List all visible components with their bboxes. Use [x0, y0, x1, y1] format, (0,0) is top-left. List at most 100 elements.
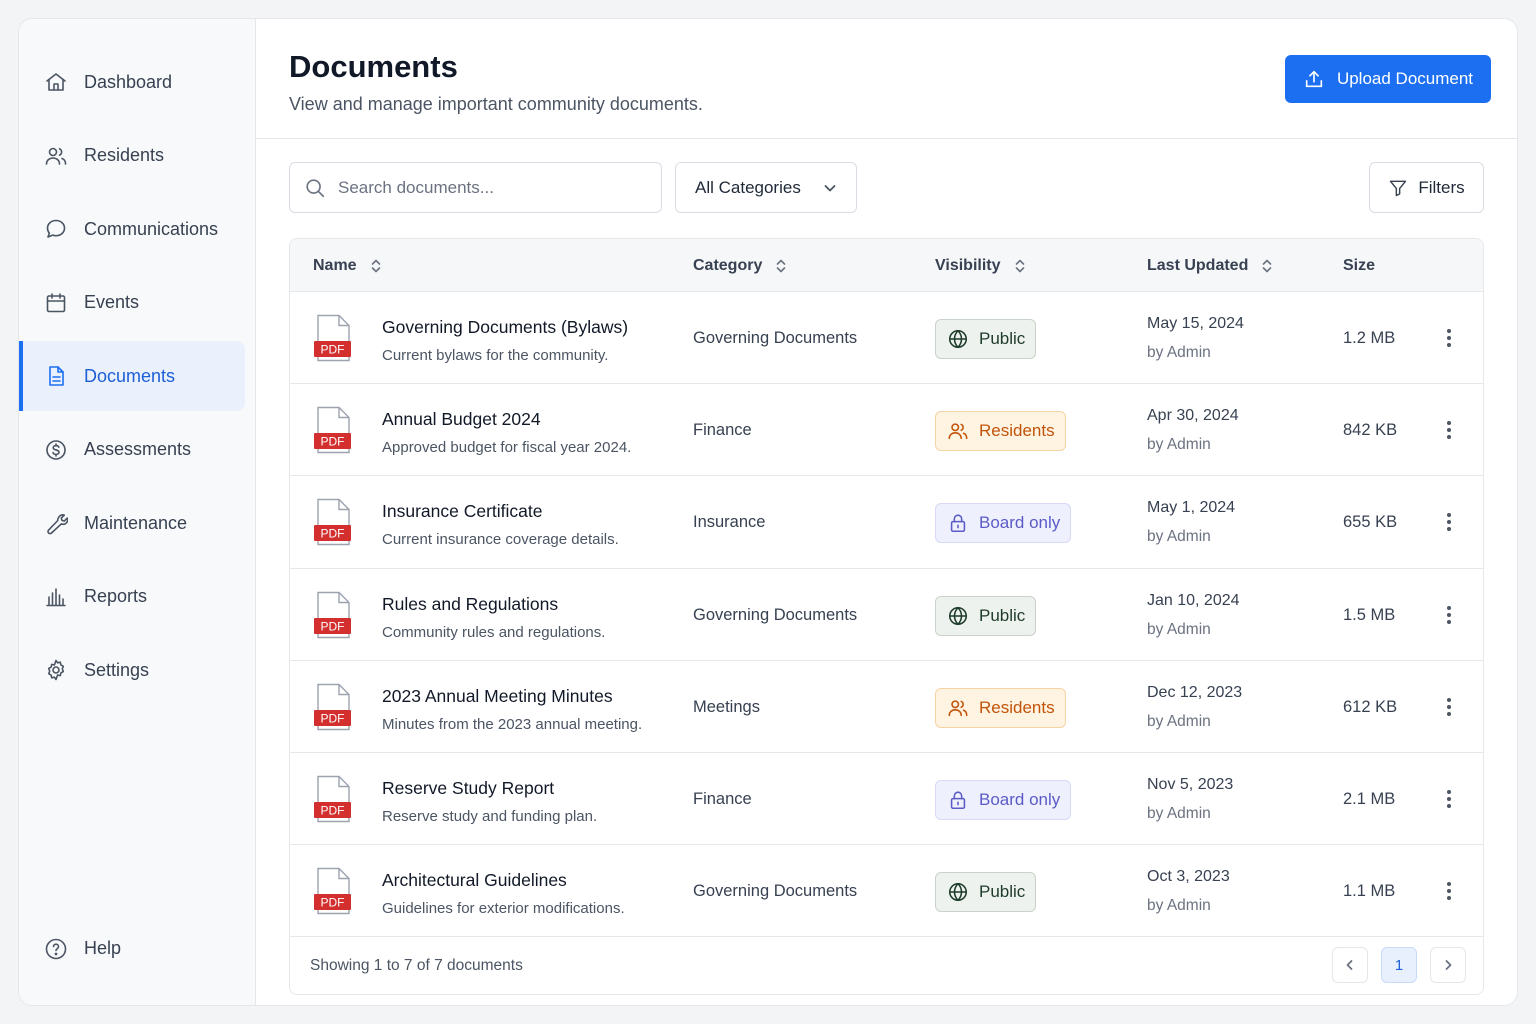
- sidebar-item-residents[interactable]: Residents: [19, 121, 245, 191]
- updated-by: by Admin: [1147, 620, 1211, 638]
- file-size: 1.5 MB: [1343, 605, 1396, 624]
- sidebar-item-dashboard[interactable]: Dashboard: [19, 47, 245, 117]
- column-header-visibility[interactable]: Visibility: [935, 239, 1027, 292]
- more-actions-icon[interactable]: [1440, 326, 1458, 350]
- column-label: Category: [693, 256, 763, 274]
- more-actions-icon[interactable]: [1440, 879, 1458, 903]
- table-header: Name Category Visibility Last Updated Si…: [290, 239, 1483, 292]
- home-icon: [43, 69, 69, 95]
- more-actions-icon[interactable]: [1440, 695, 1458, 719]
- help-circle-icon: [43, 936, 69, 962]
- updated-by: by Admin: [1147, 436, 1211, 454]
- sidebar-item-communications[interactable]: Communications: [19, 194, 245, 264]
- chevron-left-icon: [1346, 960, 1353, 971]
- last-updated-date: Apr 30, 2024: [1147, 407, 1239, 425]
- sidebar-item-label: Communications: [84, 218, 219, 239]
- column-header-last-updated[interactable]: Last Updated: [1147, 239, 1274, 292]
- category-select[interactable]: All Categories: [675, 162, 857, 213]
- visibility-label: Board only: [979, 513, 1061, 533]
- table-row[interactable]: PDF Architectural Guidelines Guidelines fo…: [290, 845, 1483, 938]
- last-updated-date: Dec 12, 2023: [1147, 683, 1243, 701]
- wrench-icon: [43, 510, 69, 536]
- sidebar-item-help[interactable]: Help: [19, 914, 235, 984]
- updated-by: by Admin: [1147, 344, 1211, 361]
- pdf-file-icon: PDF: [314, 499, 351, 546]
- more-actions-icon[interactable]: [1440, 510, 1458, 534]
- sidebar-item-documents[interactable]: Documents: [19, 341, 245, 411]
- sidebar-item-label: Maintenance: [84, 512, 188, 533]
- document-category: Finance: [693, 789, 752, 808]
- more-actions-icon[interactable]: [1440, 787, 1458, 811]
- visibility-badge: Residents: [935, 687, 1066, 728]
- visibility-label: Public: [979, 882, 1026, 902]
- calendar-icon: [43, 290, 69, 316]
- pagination-summary: Showing 1 to 7 of 7 documents: [310, 957, 523, 975]
- table-row[interactable]: PDF Governing Documents (Bylaws) Current b…: [290, 292, 1483, 385]
- document-description: Community rules and regulations.: [382, 623, 606, 641]
- upload-document-button[interactable]: Upload Document: [1285, 55, 1491, 103]
- visibility-badge: Board only: [935, 779, 1072, 820]
- chevron-right-icon: [1445, 960, 1452, 971]
- document-name[interactable]: Governing Documents (Bylaws): [382, 317, 628, 338]
- document-name[interactable]: Reserve Study Report: [382, 778, 554, 799]
- sidebar-item-label: Documents: [84, 365, 176, 386]
- visibility-label: Residents: [979, 697, 1055, 717]
- visibility-label: Public: [979, 605, 1026, 625]
- visibility-label: Residents: [979, 421, 1055, 441]
- column-header-name[interactable]: Name: [313, 239, 383, 292]
- pdf-badge-label: PDF: [321, 619, 345, 633]
- document-name[interactable]: Insurance Certificate: [382, 501, 543, 522]
- table-row[interactable]: PDF Rules and Regulations Community rules …: [290, 569, 1483, 661]
- upload-document-label: Upload Document: [1336, 69, 1474, 88]
- document-category: Governing Documents: [693, 329, 858, 347]
- updated-by: by Admin: [1147, 804, 1211, 822]
- document-description: Current bylaws for the community.: [382, 347, 609, 364]
- document-name[interactable]: Architectural Guidelines: [382, 870, 567, 891]
- sidebar-item-label: Dashboard: [84, 71, 173, 92]
- table-row[interactable]: PDF Insurance Certificate Current insuranc…: [290, 476, 1483, 569]
- document-name[interactable]: Annual Budget 2024: [382, 409, 541, 430]
- pdf-file-icon: PDF: [314, 591, 351, 638]
- visibility-badge: Public: [935, 319, 1037, 359]
- visibility-badge: Public: [935, 872, 1037, 913]
- last-updated-date: May 15, 2024: [1147, 315, 1244, 332]
- sidebar-item-maintenance[interactable]: Maintenance: [19, 488, 245, 558]
- sidebar-item-label: Residents: [84, 145, 165, 165]
- page-header: Documents View and manage important comm…: [256, 19, 1517, 139]
- table-row[interactable]: PDF 2023 Annual Meeting Minutes Minutes fr…: [290, 661, 1483, 753]
- table-row[interactable]: PDF Reserve Study Report Reserve study and…: [290, 753, 1483, 846]
- column-header-size[interactable]: Size: [1343, 239, 1375, 292]
- sidebar-item-events[interactable]: Events: [19, 268, 245, 338]
- visibility-badge: Board only: [935, 503, 1072, 544]
- column-label: Name: [313, 256, 357, 274]
- last-updated-date: Jan 10, 2024: [1147, 591, 1240, 609]
- file-size: 842 KB: [1343, 421, 1398, 440]
- next-page-button[interactable]: [1430, 947, 1466, 984]
- table-row[interactable]: PDF Annual Budget 2024 Approved budget for…: [290, 384, 1483, 477]
- sidebar-item-reports[interactable]: Reports: [19, 562, 245, 632]
- pdf-file-icon: PDF: [314, 683, 351, 730]
- sidebar-item-label: Settings: [84, 659, 150, 680]
- document-name[interactable]: 2023 Annual Meeting Minutes: [382, 686, 613, 707]
- sidebar-item-settings[interactable]: Settings: [19, 635, 245, 705]
- sidebar-item-assessments[interactable]: Assessments: [19, 415, 245, 485]
- visibility-label: Board only: [979, 789, 1061, 809]
- column-header-category[interactable]: Category: [693, 239, 788, 292]
- table-body: PDF Governing Documents (Bylaws) Current b…: [290, 292, 1483, 938]
- document-description: Approved budget for fiscal year 2024.: [382, 439, 632, 457]
- sort-icon: [371, 259, 380, 272]
- filters-button[interactable]: Filters: [1369, 162, 1484, 213]
- prev-page-button[interactable]: [1332, 947, 1368, 984]
- documents-table: Name Category Visibility Last Updated Si…: [289, 238, 1484, 995]
- more-actions-icon[interactable]: [1440, 418, 1458, 442]
- search-input[interactable]: [338, 177, 638, 198]
- document-name[interactable]: Rules and Regulations: [382, 594, 558, 615]
- page-button-current[interactable]: 1: [1381, 947, 1417, 984]
- pdf-badge-label: PDF: [321, 896, 345, 910]
- more-actions-icon[interactable]: [1440, 603, 1458, 627]
- pdf-badge-label: PDF: [321, 435, 345, 449]
- document-category: Insurance: [693, 513, 766, 532]
- page-subtitle: View and manage important community docu…: [289, 94, 703, 114]
- toolbar: All Categories Filters: [289, 162, 1484, 213]
- pdf-file-icon: PDF: [314, 314, 351, 362]
